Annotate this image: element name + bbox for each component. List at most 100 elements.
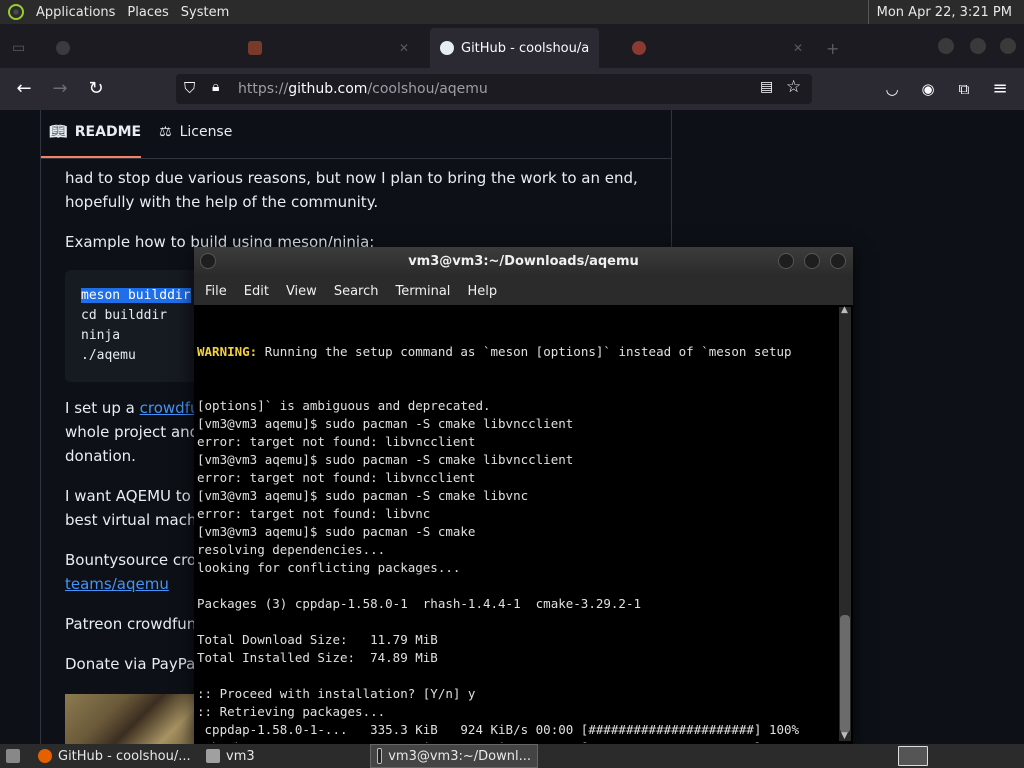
scale-icon: ⚖︎ (159, 124, 172, 140)
tab-readme[interactable]: 📖︎ README (49, 124, 141, 140)
tab-favicon-icon (56, 41, 70, 55)
maximize-window-button[interactable] (970, 38, 986, 54)
paragraph-line: Patreon crowdfund (65, 615, 206, 633)
reader-view-icon[interactable]: ▤ (760, 79, 773, 95)
active-tab-underline (41, 156, 141, 158)
back-arrow-icon[interactable]: ← (12, 77, 36, 101)
tab-license[interactable]: ⚖︎ License (159, 124, 232, 140)
close-tab-icon[interactable]: ✕ (399, 41, 409, 55)
paragraph-line: hopefully with the help of the community… (65, 193, 379, 211)
paragraph-line: donation. (65, 447, 136, 465)
terminal-line: looking for conflicting packages... (197, 560, 461, 575)
scrollbar-thumb[interactable] (840, 615, 850, 733)
menu-edit[interactable]: Edit (244, 284, 275, 299)
forward-arrow-icon[interactable]: → (48, 77, 72, 101)
taskbar: GitHub - coolshou/... vm3 vm3@vm3:~/Down… (0, 744, 1024, 768)
applications-menu[interactable]: Applications (30, 0, 121, 24)
bookmark-star-icon[interactable]: ☆ (786, 77, 801, 97)
terminal-line: Total Installed Size: 74.89 MiB (197, 650, 438, 665)
paragraph-line: Donate via PayPal (65, 655, 200, 673)
close-tab-icon[interactable]: ✕ (793, 41, 803, 55)
close-button[interactable] (830, 253, 846, 269)
taskbar-item-label: vm3 (226, 748, 255, 764)
bountysource-link[interactable]: teams/aqemu (65, 575, 169, 593)
terminal-line: cppdap-1.58.0-1-... 335.3 KiB 924 KiB/s … (197, 722, 800, 737)
terminal-titlebar[interactable]: vm3@vm3:~/Downloads/aqemu (194, 247, 853, 277)
firefox-icon (38, 749, 52, 763)
terminal-line: [options]` is ambiguous and deprecated. (197, 398, 491, 413)
warning-label: WARNING: (197, 344, 258, 359)
pocket-icon[interactable]: ◡ (880, 77, 904, 101)
account-icon[interactable]: ◉ (916, 77, 940, 101)
taskbar-item-label: vm3@vm3:~/Downl... (388, 748, 531, 764)
bison-image (65, 694, 195, 744)
terminal-line: Packages (3) cppdap-1.58.0-1 rhash-1.4.4… (197, 596, 642, 611)
clock[interactable]: Mon Apr 22, 3:21 PM (867, 0, 1018, 24)
tab-inactive-2[interactable]: ✕ (248, 34, 409, 62)
taskbar-item-terminal[interactable]: vm3@vm3:~/Downl... (370, 744, 538, 768)
tab-list-icon: ▭ (12, 40, 26, 56)
firefox-favicon-icon (632, 41, 646, 55)
tab-active-github[interactable]: GitHub - coolshou/aqemu (430, 28, 599, 68)
book-icon: 📖︎ (49, 124, 67, 140)
paragraph-line: Bountysource crow (65, 551, 209, 569)
code-line-selected[interactable]: meson builddir (81, 288, 191, 303)
terminal-output[interactable]: WARNING: Running the setup command as `m… (197, 307, 837, 743)
tab-license-label: License (179, 124, 233, 140)
distro-logo-icon[interactable] (8, 4, 24, 20)
places-menu[interactable]: Places (121, 0, 174, 24)
menu-file[interactable]: File (205, 284, 233, 299)
scroll-down-icon[interactable]: ▼ (841, 731, 848, 741)
url-bar[interactable]: ⛉ 🔒︎ https://github.com/coolshou/aqemu ▤… (176, 74, 812, 104)
minimize-button[interactable] (778, 253, 794, 269)
terminal-line: resolving dependencies... (197, 542, 386, 557)
url-text[interactable]: https://github.com/coolshou/aqemu (238, 81, 488, 97)
tab-title: GitHub - coolshou/aqemu (461, 40, 589, 56)
taskbar-item-folder[interactable]: vm3 (200, 744, 261, 768)
terminal-line: [vm3@vm3 aqemu]$ sudo pacman -S cmake li… (197, 416, 574, 431)
shield-icon[interactable]: ⛉ (184, 79, 195, 97)
terminal-line: rhash-1.4.4-1-x86_64 172.9 KiB 471 KiB/s… (197, 739, 837, 743)
taskbar-item-firefox[interactable]: GitHub - coolshou/... (32, 744, 197, 768)
workspace-icon (898, 746, 928, 766)
tab-readme-label: README (74, 124, 142, 140)
close-window-button[interactable] (1000, 38, 1016, 54)
show-desktop-button[interactable] (0, 744, 32, 768)
terminal-icon (377, 748, 383, 764)
terminal-line: [vm3@vm3 aqemu]$ sudo pacman -S cmake li… (197, 488, 529, 503)
tab-inactive-1[interactable] (56, 34, 77, 62)
tab-inactive-3[interactable]: ✕ (632, 34, 803, 62)
github-favicon-icon (440, 41, 454, 55)
menu-help[interactable]: Help (467, 284, 503, 299)
paragraph-line: best virtual machin (65, 511, 211, 529)
terminal-line: WARNING: Running the setup command as `m… (197, 344, 792, 359)
terminal-menubar: File Edit View Search Terminal Help (194, 277, 853, 305)
terminal-line: Total Download Size: 11.79 MiB (197, 632, 438, 647)
terminal-window[interactable]: vm3@vm3:~/Downloads/aqemu File Edit View… (194, 247, 853, 744)
maximize-button[interactable] (804, 253, 820, 269)
new-tab-button[interactable]: + (826, 34, 839, 62)
gitlab-favicon-icon (248, 41, 262, 55)
menu-view[interactable]: View (286, 284, 323, 299)
window-menu-icon[interactable] (200, 253, 216, 269)
menu-hamburger-icon[interactable]: ≡ (988, 77, 1012, 101)
terminal-scrollbar[interactable]: ▲ ▼ (839, 305, 851, 741)
terminal-line: [vm3@vm3 aqemu]$ sudo pacman -S cmake li… (197, 452, 574, 467)
terminal-line: error: target not found: libvnc (197, 506, 431, 521)
minimize-window-button[interactable] (938, 38, 954, 54)
paragraph-line: whole project and/ (65, 423, 205, 441)
paragraph-line: I set up a crowdfun (65, 399, 210, 417)
reload-icon[interactable]: ↻ (84, 77, 108, 101)
terminal-title: vm3@vm3:~/Downloads/aqemu (408, 254, 639, 269)
menu-search[interactable]: Search (334, 284, 385, 299)
system-menu[interactable]: System (175, 0, 235, 24)
scroll-up-icon[interactable]: ▲ (841, 305, 848, 315)
extensions-icon[interactable]: ⧉ (952, 77, 976, 101)
paragraph-line: I want AQEMU to p (65, 487, 206, 505)
lock-icon[interactable]: 🔒︎ (212, 79, 219, 95)
workspace-switcher[interactable] (892, 744, 940, 768)
desktop-icon (6, 749, 20, 763)
menu-terminal[interactable]: Terminal (395, 284, 456, 299)
tab-list-button[interactable]: ▭ (12, 34, 25, 62)
